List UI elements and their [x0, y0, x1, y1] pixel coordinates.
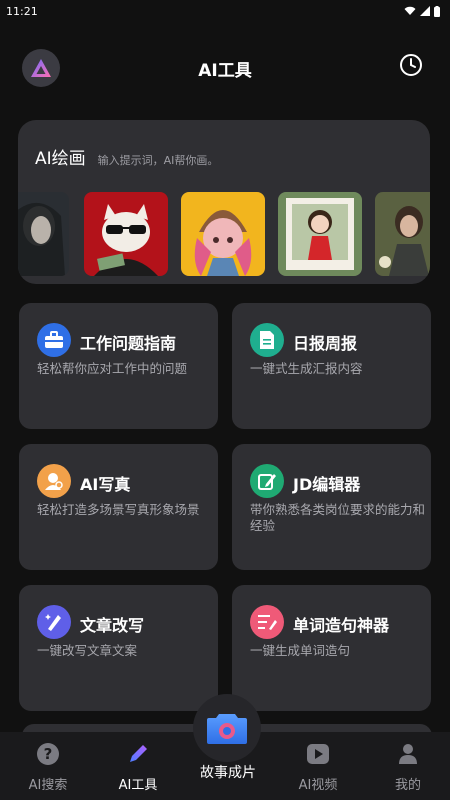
history-button[interactable]: [398, 52, 424, 78]
ai-paint-card[interactable]: AI绘画 输入提示词，AI帮你画。: [18, 120, 430, 284]
nav-me[interactable]: 我的: [373, 740, 443, 796]
avatar[interactable]: [22, 49, 60, 87]
status-time: 11:21: [6, 4, 38, 18]
pencil-icon: [124, 740, 152, 768]
gallery-image-cool-cat[interactable]: [84, 192, 168, 276]
card-title: AI写真: [80, 475, 131, 494]
nav-label: 我的: [394, 778, 421, 793]
card-daily-report[interactable]: 日报周报 一键式生成汇报内容: [232, 303, 431, 429]
camera-icon: [207, 714, 247, 744]
logo-icon: [31, 59, 51, 77]
nav-label: AI工具: [118, 778, 158, 793]
card-description: 轻松帮你应对工作中的问题: [37, 361, 188, 376]
sentence-icon: [250, 605, 284, 639]
rewrite-icon: [37, 605, 71, 639]
wifi-icon: [404, 6, 416, 15]
nav-story-label: 故事成片: [200, 765, 256, 781]
gallery-image-anime-girl[interactable]: [181, 192, 265, 276]
nav-ai-tools[interactable]: AI工具: [103, 740, 173, 796]
card-word-sentence[interactable]: 单词造句神器 一键生成单词造句: [232, 585, 431, 711]
ai-paint-title: AI绘画: [35, 149, 86, 169]
header: AI工具: [0, 40, 450, 96]
card-description: 一键式生成汇报内容: [250, 361, 363, 376]
card-article-rewrite[interactable]: 文章改写 一键改写文章文案: [19, 585, 218, 711]
card-title: 文章改写: [80, 616, 145, 635]
document-icon: [250, 323, 284, 357]
ai-paint-subtitle: 输入提示词，AI帮你画。: [97, 154, 219, 167]
play-icon: [304, 740, 332, 768]
nav-label: AI视频: [298, 778, 338, 793]
battery-icon: [434, 5, 440, 17]
card-description: 一键改写文章文案: [37, 643, 138, 658]
card-title: 日报周报: [293, 334, 358, 353]
card-work-guide[interactable]: 工作问题指南 轻松帮你应对工作中的问题: [19, 303, 218, 429]
gallery-image-doll[interactable]: [278, 192, 362, 276]
nav-ai-search[interactable]: ? AI搜索: [13, 740, 83, 796]
ai-paint-gallery: [18, 192, 430, 276]
signal-icon: [420, 6, 430, 16]
card-description: 轻松打造多场景写真形象场景: [37, 502, 200, 517]
card-ai-portrait[interactable]: AI写真 轻松打造多场景写真形象场景: [19, 444, 218, 570]
nav-ai-video[interactable]: AI视频: [283, 740, 353, 796]
svg-text:?: ?: [44, 745, 53, 763]
card-description: 带你熟悉各类岗位要求的能力和经验: [250, 502, 426, 533]
toolbox-icon: [37, 323, 71, 357]
edit-icon: [250, 464, 284, 498]
portrait-icon: [37, 464, 71, 498]
page-title: AI工具: [198, 60, 252, 81]
ai-paint-header: AI绘画 输入提示词，AI帮你画。: [35, 144, 218, 169]
clock-icon: [400, 54, 422, 76]
nav-label: AI搜索: [28, 778, 68, 793]
user-icon: [394, 740, 422, 768]
question-icon: ?: [34, 740, 62, 768]
card-description: 一键生成单词造句: [250, 643, 351, 658]
gallery-image-woman-garden[interactable]: [375, 192, 430, 276]
card-title: JD编辑器: [293, 475, 361, 494]
card-title: 工作问题指南: [80, 334, 177, 353]
story-camera-button[interactable]: [193, 694, 261, 762]
card-title: 单词造句神器: [293, 616, 390, 635]
status-icons: [404, 5, 440, 17]
status-bar: 11:21: [0, 0, 450, 22]
gallery-image-woman-dark[interactable]: [18, 192, 69, 276]
card-jd-editor[interactable]: JD编辑器 带你熟悉各类岗位要求的能力和经验: [232, 444, 431, 570]
